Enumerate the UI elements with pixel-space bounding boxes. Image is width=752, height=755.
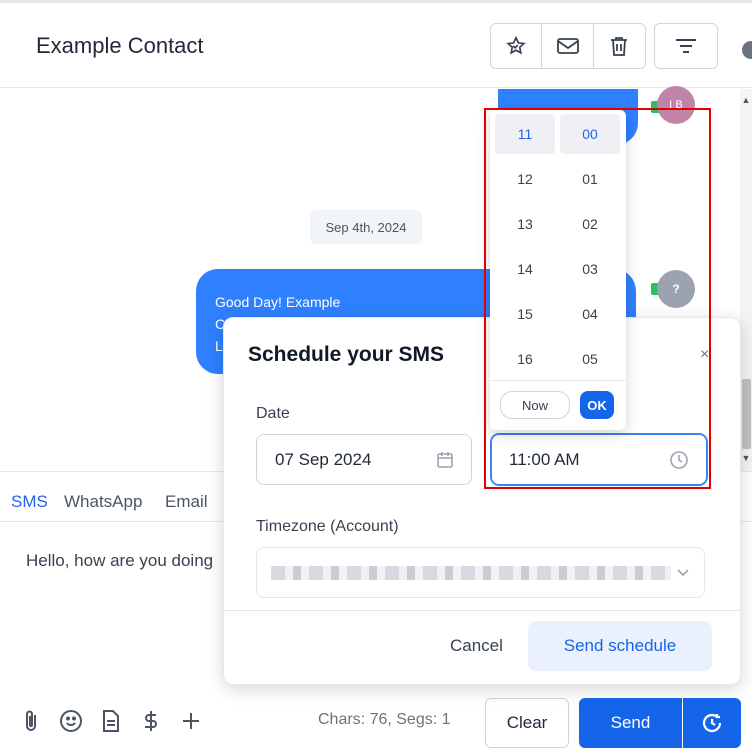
star-button[interactable] <box>491 24 543 68</box>
cancel-button[interactable]: Cancel <box>450 636 503 656</box>
minute-option[interactable]: 05 <box>560 339 620 379</box>
modal-title: Schedule your SMS <box>248 343 445 366</box>
now-button[interactable]: Now <box>500 391 570 419</box>
schedule-sms-modal: Schedule your SMS × Date 07 Sep 2024 11:… <box>223 317 741 685</box>
minute-option[interactable]: 00 <box>560 114 620 154</box>
date-label: Date <box>256 405 290 422</box>
send-schedule-button[interactable]: Send schedule <box>528 621 712 671</box>
clear-button[interactable]: Clear <box>485 698 569 748</box>
hour-option[interactable]: 14 <box>495 249 555 289</box>
scroll-down-arrow[interactable]: ▼ <box>740 453 752 463</box>
mail-icon <box>556 38 579 54</box>
hour-option[interactable]: 15 <box>495 294 555 334</box>
date-value: 07 Sep 2024 <box>275 450 372 469</box>
attach-button[interactable] <box>18 708 44 734</box>
emoji-button[interactable] <box>58 708 84 734</box>
ok-button[interactable]: OK <box>580 391 614 419</box>
hour-column[interactable]: 11 12 13 14 15 16 <box>495 114 555 384</box>
hour-option[interactable]: 12 <box>495 159 555 199</box>
minute-option[interactable]: 03 <box>560 249 620 289</box>
header-action-group <box>490 23 646 69</box>
conversation-header: Example Contact <box>0 3 752 88</box>
modal-footer-divider <box>224 610 740 611</box>
time-picker-footer: Now OK <box>490 380 626 430</box>
minute-option[interactable]: 02 <box>560 204 620 244</box>
close-icon[interactable]: × <box>700 346 709 364</box>
contact-name: Example Contact <box>36 33 204 58</box>
schedule-send-button[interactable] <box>683 698 741 748</box>
payment-button[interactable] <box>138 708 164 734</box>
avatar: I B <box>657 86 695 124</box>
hour-option[interactable]: 11 <box>495 114 555 154</box>
chevron-down-icon <box>677 569 689 577</box>
status-dot <box>742 41 752 59</box>
calendar-icon <box>437 452 453 468</box>
dollar-icon <box>145 711 157 731</box>
scrollbar-thumb[interactable] <box>742 379 751 449</box>
template-button[interactable] <box>98 708 124 734</box>
message-input[interactable]: Hello, how are you doing <box>26 551 213 571</box>
minute-option[interactable]: 04 <box>560 294 620 334</box>
minute-column[interactable]: 00 01 02 03 04 05 <box>560 114 620 384</box>
clock-arrow-icon <box>702 713 722 733</box>
composer-toolbar <box>18 708 204 734</box>
time-picker-dropdown: 11 12 13 14 15 16 00 01 02 03 04 05 Now … <box>490 110 626 430</box>
timezone-value-redacted <box>271 566 671 580</box>
time-field[interactable]: 11:00 AM <box>491 434 707 485</box>
timezone-select[interactable] <box>256 547 705 598</box>
star-check-icon <box>506 35 526 55</box>
char-count: Chars: 76, Segs: 1 <box>318 711 451 728</box>
date-field[interactable]: 07 Sep 2024 <box>256 434 472 485</box>
trash-icon <box>611 37 628 56</box>
timezone-label: Timezone (Account) <box>256 518 399 535</box>
date-divider: Sep 4th, 2024 <box>310 210 422 244</box>
tab-whatsapp[interactable]: WhatsApp <box>64 492 142 512</box>
tab-sms[interactable]: SMS <box>11 492 48 512</box>
delete-button[interactable] <box>594 24 645 68</box>
minute-option[interactable]: 01 <box>560 159 620 199</box>
emoji-icon <box>60 710 82 732</box>
avatar: ? <box>657 270 695 308</box>
email-button[interactable] <box>542 24 594 68</box>
time-value: 11:00 AM <box>509 450 580 469</box>
hour-option[interactable]: 13 <box>495 204 555 244</box>
document-icon <box>103 710 119 732</box>
tab-email[interactable]: Email <box>165 492 208 512</box>
hour-option[interactable]: 16 <box>495 339 555 379</box>
send-button[interactable]: Send <box>579 698 682 748</box>
scroll-up-arrow[interactable]: ▲ <box>740 95 752 105</box>
add-button[interactable] <box>178 708 204 734</box>
filter-lines-icon <box>676 39 696 53</box>
plus-icon <box>183 713 199 729</box>
paperclip-icon <box>26 710 36 731</box>
clock-icon <box>670 451 688 469</box>
filter-button[interactable] <box>654 23 718 69</box>
